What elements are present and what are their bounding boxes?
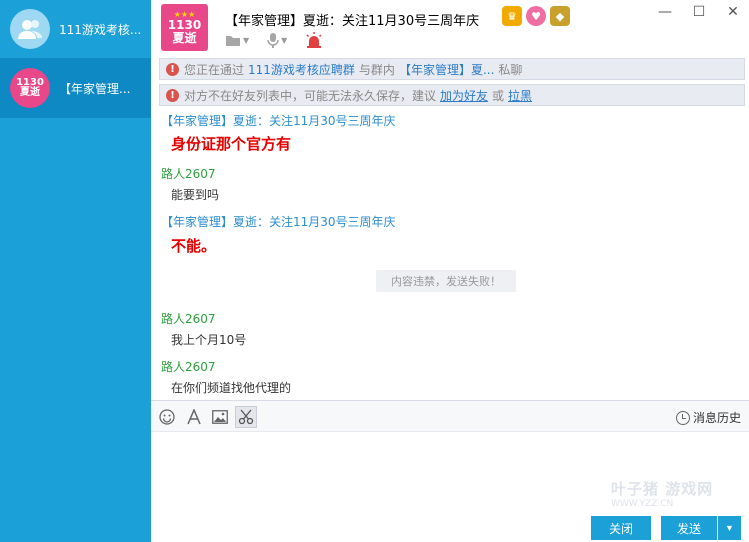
message-text: 能要到吗: [171, 188, 220, 202]
chat-window: ★★★ 1130 夏逝 【年家管理】夏逝：关注11月30号三周年庆 ♛ ♥ ◆ …: [151, 0, 749, 542]
minimize-icon[interactable]: —: [657, 4, 673, 20]
chevron-down-icon: ▼: [725, 523, 734, 533]
message-text: 不能。: [171, 237, 217, 255]
warning-icon: !: [166, 88, 179, 102]
window-controls: — ☐ ✕: [657, 4, 741, 20]
screenshot-scissors-icon[interactable]: [235, 406, 257, 428]
emoji-icon[interactable]: [156, 406, 178, 428]
logo-line1: 1130: [167, 17, 202, 32]
shield-badge-icon[interactable]: ◆: [550, 6, 570, 26]
font-icon[interactable]: [183, 406, 205, 428]
contact-avatar[interactable]: ★★★ 1130 夏逝: [161, 4, 208, 51]
watermark: 叶子猪 游戏网 WWW.YZZ.CN: [611, 478, 713, 509]
sidebar-item-label: 111游戏考核...: [59, 22, 142, 37]
message-text: 身份证那个官方有: [171, 135, 292, 153]
avatar-text-line2: 夏逝: [20, 87, 40, 98]
user-avatar: 1130 夏逝: [10, 68, 50, 108]
title-bar: ★★★ 1130 夏逝 【年家管理】夏逝：关注11月30号三周年庆 ♛ ♥ ◆ …: [151, 0, 749, 57]
temporary-chat-notice: ! 您正在通过 111游戏考核应聘群 与群内 【年家管理】夏... 私聊: [159, 58, 745, 80]
notice-or: 或: [492, 88, 505, 103]
not-friend-notice: ! 对方不在好友列表中，可能无法永久保存，建议 加为好友 或 拉黑: [159, 84, 745, 106]
chat-toolbar: ▼ ▼: [225, 32, 323, 48]
watermark-url: WWW.YZZ.CN: [611, 499, 674, 509]
group-avatar-icon: [10, 9, 50, 49]
close-button[interactable]: 关闭: [591, 516, 651, 540]
notice-prefix: 对方不在好友列表中，可能无法永久保存，建议: [184, 88, 437, 103]
warning-icon: !: [166, 62, 179, 76]
conversation-sidebar: 111游戏考核... 1130 夏逝 【年家管理...: [0, 0, 151, 542]
crown-badge-icon[interactable]: ♛: [502, 6, 522, 26]
notice-prefix: 您正在通过: [184, 62, 245, 77]
notice-middle: 与群内: [358, 62, 395, 77]
sidebar-item-label: 【年家管理...: [59, 81, 131, 96]
message-history-button[interactable]: 消息历史: [675, 409, 741, 426]
send-button[interactable]: 发送: [661, 516, 717, 540]
history-label: 消息历史: [692, 411, 741, 425]
message-text: 我上个月10号: [171, 333, 247, 347]
message-sender[interactable]: 路人2607: [161, 310, 216, 327]
block-link[interactable]: 拉黑: [508, 87, 532, 104]
heart-badge-icon[interactable]: ♥: [526, 6, 546, 26]
send-options-dropdown[interactable]: ▼: [718, 516, 741, 540]
add-friend-link[interactable]: 加为好友: [440, 87, 488, 104]
message-sender[interactable]: 路人2607: [161, 165, 216, 182]
clock-icon: [675, 410, 690, 425]
message-list[interactable]: 【年家管理】夏逝：关注11月30号三周年庆 身份证那个官方有 路人2607 能要…: [151, 108, 749, 400]
group-link[interactable]: 111游戏考核应聘群: [248, 61, 355, 78]
sidebar-item-group[interactable]: 111游戏考核...: [0, 0, 151, 58]
close-icon[interactable]: ✕: [725, 4, 741, 20]
person-link[interactable]: 【年家管理】夏...: [399, 61, 494, 78]
vip-badges: ♛ ♥ ◆: [502, 6, 570, 26]
logo-line2: 夏逝: [172, 30, 197, 45]
message-sender[interactable]: 路人2607: [161, 358, 216, 375]
file-transfer-icon[interactable]: ▼: [225, 34, 249, 47]
alarm-siren-icon[interactable]: [305, 32, 323, 48]
send-failed-tip: 内容违禁，发送失败！: [376, 270, 516, 292]
image-icon[interactable]: [209, 406, 231, 428]
maximize-icon[interactable]: ☐: [691, 4, 707, 20]
microphone-icon[interactable]: ▼: [267, 32, 287, 48]
message-sender[interactable]: 【年家管理】夏逝：关注11月30号三周年庆: [161, 112, 396, 129]
notice-suffix: 私聊: [498, 62, 523, 77]
watermark-main: 叶子猪 游戏网: [611, 480, 714, 498]
sidebar-item-private-chat[interactable]: 1130 夏逝 【年家管理...: [0, 58, 151, 118]
message-sender[interactable]: 【年家管理】夏逝：关注11月30号三周年庆: [161, 213, 396, 230]
message-text: 在你们频道找他代理的: [171, 381, 292, 395]
chat-title: 【年家管理】夏逝：关注11月30号三周年庆: [225, 14, 480, 29]
input-toolbar: 消息历史: [151, 400, 749, 432]
